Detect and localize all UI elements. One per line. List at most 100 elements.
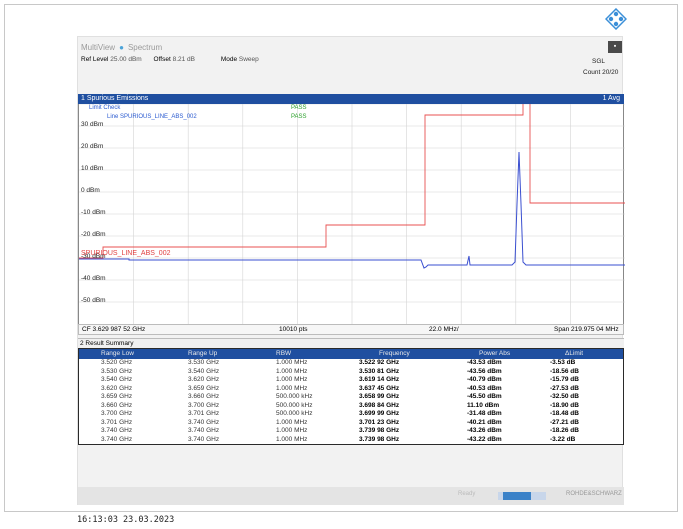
cell-rbw: 500.000 kHz — [276, 410, 313, 417]
column-header-power-abs: Power Abs — [479, 350, 511, 357]
measurement-settings: Ref Level 25.00 dBm Offset 8.21 dB Mode … — [81, 56, 269, 63]
cell-range-up: 3.620 GHz — [188, 376, 220, 383]
offset-value[interactable]: 8.21 dB — [173, 56, 195, 63]
table-row[interactable]: 3.660 GHz 3.700 GHz 500.000 kHz 3.698 84 GH… — [79, 402, 623, 411]
ref-level-label: Ref Level — [81, 56, 109, 63]
cell-rbw: 1.000 MHz — [276, 418, 308, 426]
cell-power-abs: -45.50 dBm — [467, 393, 502, 400]
sweep-button[interactable]: ▪ — [608, 41, 622, 53]
cell-frequency: 3.698 84 GHz — [359, 401, 400, 409]
table-row[interactable]: 3.701 GHz 3.740 GHz 1.000 MHz 3.701 23 GHz -… — [79, 419, 623, 428]
cell-range-low: 3.701 GHz — [101, 418, 133, 426]
cell-delta-limit: -3.53 dB — [550, 359, 576, 366]
spectrum-plot[interactable]: 30 dBm 20 dBm 10 dBm 0 dBm -10 dBm -20 dBm -30… — [78, 104, 625, 324]
y-axis-label: 30 dBm — [81, 121, 104, 128]
cell-range-up: 3.530 GHz — [188, 359, 220, 366]
sweep-count: Count 20/20 — [583, 69, 619, 76]
limit-line-label: SPURIOUS_LINE_ABS_002 — [81, 250, 171, 257]
cell-power-abs: 11.10 dBm — [467, 401, 500, 409]
mode-label: Mode — [220, 56, 238, 63]
y-axis-label: -50 dBm — [81, 297, 106, 304]
cell-frequency: 3.530 81 GHz — [359, 367, 400, 375]
y-axis-label: -10 dBm — [81, 209, 106, 216]
y-axis-label: -40 dBm — [81, 275, 106, 282]
cell-range-up: 3.660 GHz — [188, 393, 220, 400]
tab-spectrum[interactable]: Spectrum — [128, 43, 162, 52]
cell-frequency: 3.739 98 GHz — [359, 435, 400, 443]
cell-frequency: 3.637 45 GHz — [359, 384, 400, 392]
column-header-frequency: Frequency — [379, 350, 410, 357]
cell-delta-limit: -18.26 dB — [550, 427, 579, 434]
cell-rbw: 1.000 MHz — [276, 427, 308, 434]
mode-value[interactable]: Sweep — [239, 56, 259, 63]
cell-range-low: 3.659 GHz — [101, 393, 133, 400]
cell-power-abs: -43.22 dBm — [467, 435, 502, 443]
table-row[interactable]: 3.620 GHz 3.659 GHz 1.000 MHz 3.637 45 GHz -… — [79, 385, 623, 394]
table-row[interactable]: 3.530 GHz 3.540 GHz 1.000 MHz 3.530 81 GHz -… — [79, 368, 623, 377]
cell-rbw: 500.000 kHz — [276, 401, 313, 409]
division-size: 22.0 MHz/ — [429, 326, 459, 333]
cell-power-abs: -40.53 dBm — [467, 384, 502, 392]
cell-range-up: 3.740 GHz — [188, 435, 220, 443]
pass-badge-1: PASS — [291, 105, 307, 111]
tab-multiview[interactable]: MultiView — [81, 43, 115, 52]
cell-frequency: 3.619 14 GHz — [359, 376, 400, 383]
table-row[interactable]: 3.740 GHz 3.740 GHz 1.000 MHz 3.739 98 GHz -… — [79, 436, 623, 445]
cell-delta-limit: -18.48 dB — [550, 410, 579, 417]
cell-range-up: 3.701 GHz — [188, 410, 220, 417]
analyzer-screen: MultiView ● Spectrum ▪ Ref Level 25.00 dBm… — [77, 36, 625, 505]
cell-delta-limit: -18.56 dB — [550, 367, 579, 375]
span-value[interactable]: Span 219.975 04 MHz — [554, 325, 619, 335]
cell-delta-limit: -27.53 dB — [550, 384, 579, 392]
result-summary-title[interactable]: 2 Result Summary — [78, 338, 624, 348]
column-header-delta-limit: ΔLimit — [565, 350, 584, 357]
cell-delta-limit: -3.22 dB — [550, 435, 576, 443]
cell-rbw: 1.000 MHz — [276, 376, 308, 383]
tab-separator-dot: ● — [119, 43, 124, 52]
cell-range-low: 3.520 GHz — [101, 359, 133, 366]
column-header-range-low: Range Low — [101, 350, 134, 357]
cell-range-low: 3.620 GHz — [101, 384, 133, 392]
table-header: Range Low Range Up RBW Frequency Power A… — [79, 349, 623, 359]
timestamp: 16:13:03 23.03.2023 — [77, 515, 175, 525]
brand-label: ROHDE&SCHWARZ — [566, 491, 622, 497]
table-body: 3.520 GHz 3.530 GHz 1.000 MHz 3.522 92 GHz -… — [79, 359, 623, 444]
brand-logo-icon — [605, 8, 627, 30]
cell-range-low: 3.700 GHz — [101, 410, 133, 417]
cell-power-abs: -43.56 dBm — [467, 367, 502, 375]
status-bar: Ready ROHDE&SCHWARZ — [78, 487, 624, 505]
status-ready: Ready — [458, 491, 476, 497]
center-frequency[interactable]: CF 3.629 987 52 GHz — [82, 325, 145, 335]
cell-range-up: 3.659 GHz — [188, 384, 220, 392]
column-header-rbw: RBW — [276, 350, 292, 357]
cell-range-up: 3.740 GHz — [188, 418, 220, 426]
cell-range-up: 3.740 GHz — [188, 427, 220, 434]
table-row[interactable]: 3.540 GHz 3.620 GHz 1.000 MHz 3.619 14 GHz -… — [79, 376, 623, 385]
cell-range-up: 3.540 GHz — [188, 367, 220, 375]
sweep-points[interactable]: 10010 pts — [279, 325, 308, 335]
cell-rbw: 1.000 MHz — [276, 359, 308, 366]
limit-check-label: Limit Check — [89, 105, 121, 111]
cell-delta-limit: -15.79 dB — [550, 376, 579, 383]
cell-range-low: 3.740 GHz — [101, 427, 133, 434]
pass-badge-2: PASS — [291, 114, 307, 120]
table-row[interactable]: 3.700 GHz 3.701 GHz 500.000 kHz 3.699 99 GH… — [79, 410, 623, 419]
cell-range-low: 3.530 GHz — [101, 367, 133, 375]
cell-power-abs: -43.53 dBm — [467, 359, 502, 366]
table-row[interactable]: 3.740 GHz 3.740 GHz 1.000 MHz 3.739 98 GHz -… — [79, 427, 623, 436]
cell-delta-limit: -32.50 dB — [550, 393, 579, 400]
column-header-range-up: Range Up — [188, 350, 218, 357]
cell-power-abs: -31.48 dBm — [467, 410, 502, 417]
table-row[interactable]: 3.520 GHz 3.530 GHz 1.000 MHz 3.522 92 GHz -… — [79, 359, 623, 368]
spectrum-footer: CF 3.629 987 52 GHz 10010 pts 22.0 MHz/ … — [78, 324, 624, 335]
measurement-progress-bar — [498, 492, 546, 500]
cell-range-low: 3.740 GHz — [101, 435, 133, 443]
sgl-indicator: SGL — [592, 58, 606, 65]
ref-level-value[interactable]: 25.00 dBm — [110, 56, 141, 63]
table-row[interactable]: 3.659 GHz 3.660 GHz 500.000 kHz 3.658 99 GH… — [79, 393, 623, 402]
y-axis-label: 10 dBm — [81, 165, 104, 172]
limit-name-label: Line SPURIOUS_LINE_ABS_002 — [107, 114, 197, 120]
cell-frequency: 3.699 99 GHz — [359, 410, 400, 417]
cell-frequency: 3.522 92 GHz — [359, 359, 400, 366]
spurious-window-title[interactable]: 1 Spurious Emissions 1 Avg — [78, 94, 624, 104]
